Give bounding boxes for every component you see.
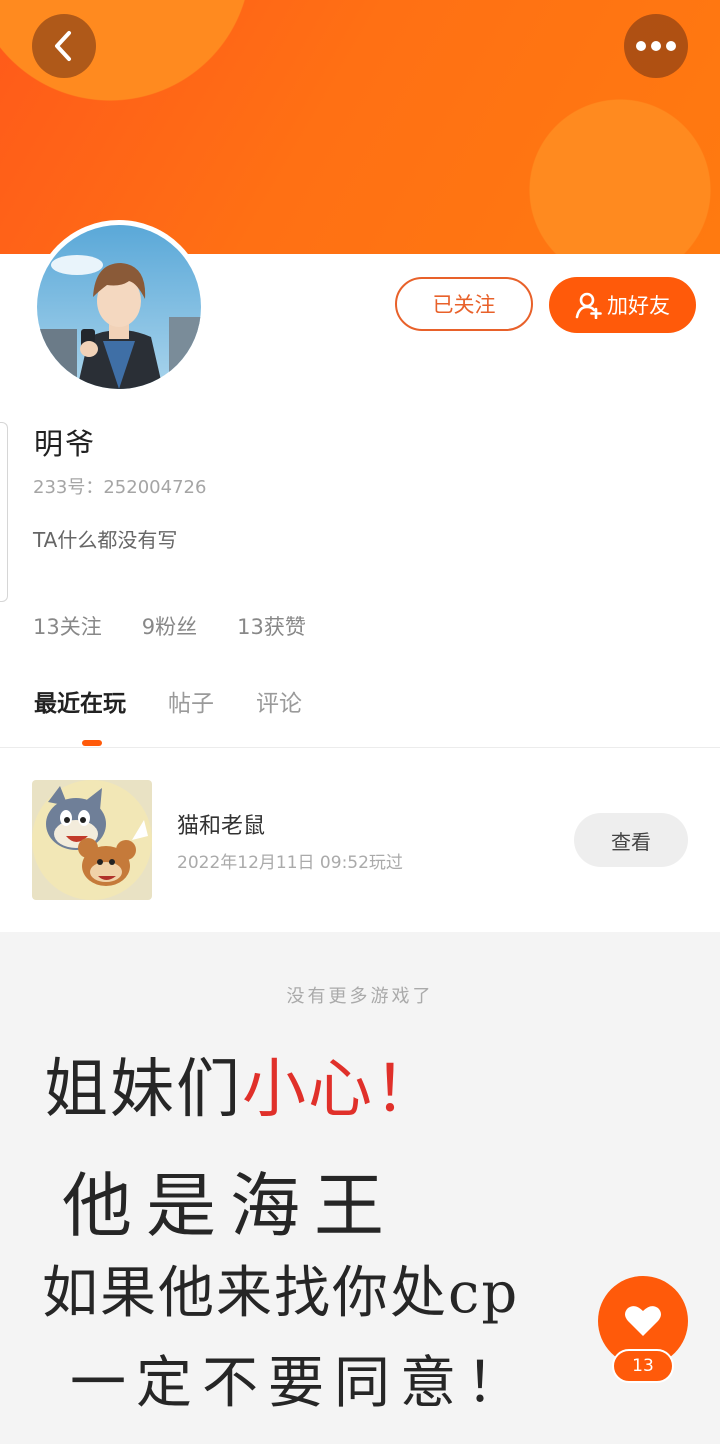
handwritten-note: 姐妹们小心！ 他是海王 如果他来找你处cp 一定不要同意！ bbox=[0, 1020, 720, 1444]
user-name: 明爷 bbox=[34, 427, 97, 461]
like-count-badge: 13 bbox=[612, 1349, 674, 1383]
profile-card: 已关注 加好友 明爷 233号：252004726 TA什么都没有写 13关注 … bbox=[0, 220, 720, 932]
likes-count: 13获赞 bbox=[237, 615, 306, 639]
add-friend-button-label: 加好友 bbox=[607, 294, 670, 318]
note-line-4: 一定不要同意！ bbox=[70, 1351, 532, 1416]
avatar[interactable] bbox=[32, 220, 206, 394]
note-line-1-red: 小心！ bbox=[242, 1053, 440, 1127]
game-icon bbox=[32, 780, 152, 900]
back-button[interactable] bbox=[32, 14, 96, 78]
heart-icon bbox=[625, 1306, 661, 1336]
profile-header-banner bbox=[0, 0, 720, 254]
more-dots-icon bbox=[636, 41, 676, 51]
profile-tabs: 最近在玩 帖子 评论 bbox=[34, 684, 302, 718]
profile-page: 已关注 加好友 明爷 233号：252004726 TA什么都没有写 13关注 … bbox=[0, 0, 720, 1444]
active-tab-indicator bbox=[82, 740, 102, 746]
user-stats: 13关注 9粉丝 13获赞 bbox=[33, 611, 306, 641]
following-count[interactable]: 13关注 bbox=[33, 611, 102, 641]
game-title: 猫和老鼠 bbox=[177, 814, 266, 839]
user-bio: TA什么都没有写 bbox=[33, 528, 178, 552]
note-line-2: 他是海王 bbox=[62, 1165, 398, 1247]
more-options-button[interactable] bbox=[624, 14, 688, 78]
note-line-1-black: 姐妹们 bbox=[44, 1053, 242, 1127]
note-line-3: 如果他来找你处cp bbox=[42, 1261, 520, 1326]
add-friend-button[interactable]: 加好友 bbox=[549, 277, 696, 333]
chevron-left-icon bbox=[55, 31, 71, 61]
last-played-time: 2022年12月11日 09:52玩过 bbox=[177, 853, 403, 873]
user-id: 233号：252004726 bbox=[33, 477, 207, 498]
followed-button-label: 已关注 bbox=[432, 293, 496, 317]
tabs-divider bbox=[0, 747, 720, 748]
list-item[interactable]: 猫和老鼠 2022年12月11日 09:52玩过 查看 bbox=[0, 774, 720, 904]
view-game-button-label: 查看 bbox=[611, 829, 651, 854]
followed-button[interactable]: 已关注 bbox=[395, 277, 533, 331]
note-line-1: 姐妹们小心！ bbox=[44, 1038, 440, 1130]
avatar-image bbox=[37, 225, 201, 389]
no-more-games-text: 没有更多游戏了 bbox=[286, 986, 434, 1007]
tab-posts[interactable]: 帖子 bbox=[168, 684, 214, 718]
side-drawer-handle[interactable] bbox=[0, 422, 8, 602]
view-game-button[interactable]: 查看 bbox=[574, 813, 688, 867]
fans-count[interactable]: 9粉丝 bbox=[142, 611, 197, 641]
add-user-icon bbox=[575, 292, 602, 319]
tab-comments[interactable]: 评论 bbox=[256, 684, 302, 718]
tab-recently-played[interactable]: 最近在玩 bbox=[34, 684, 126, 718]
